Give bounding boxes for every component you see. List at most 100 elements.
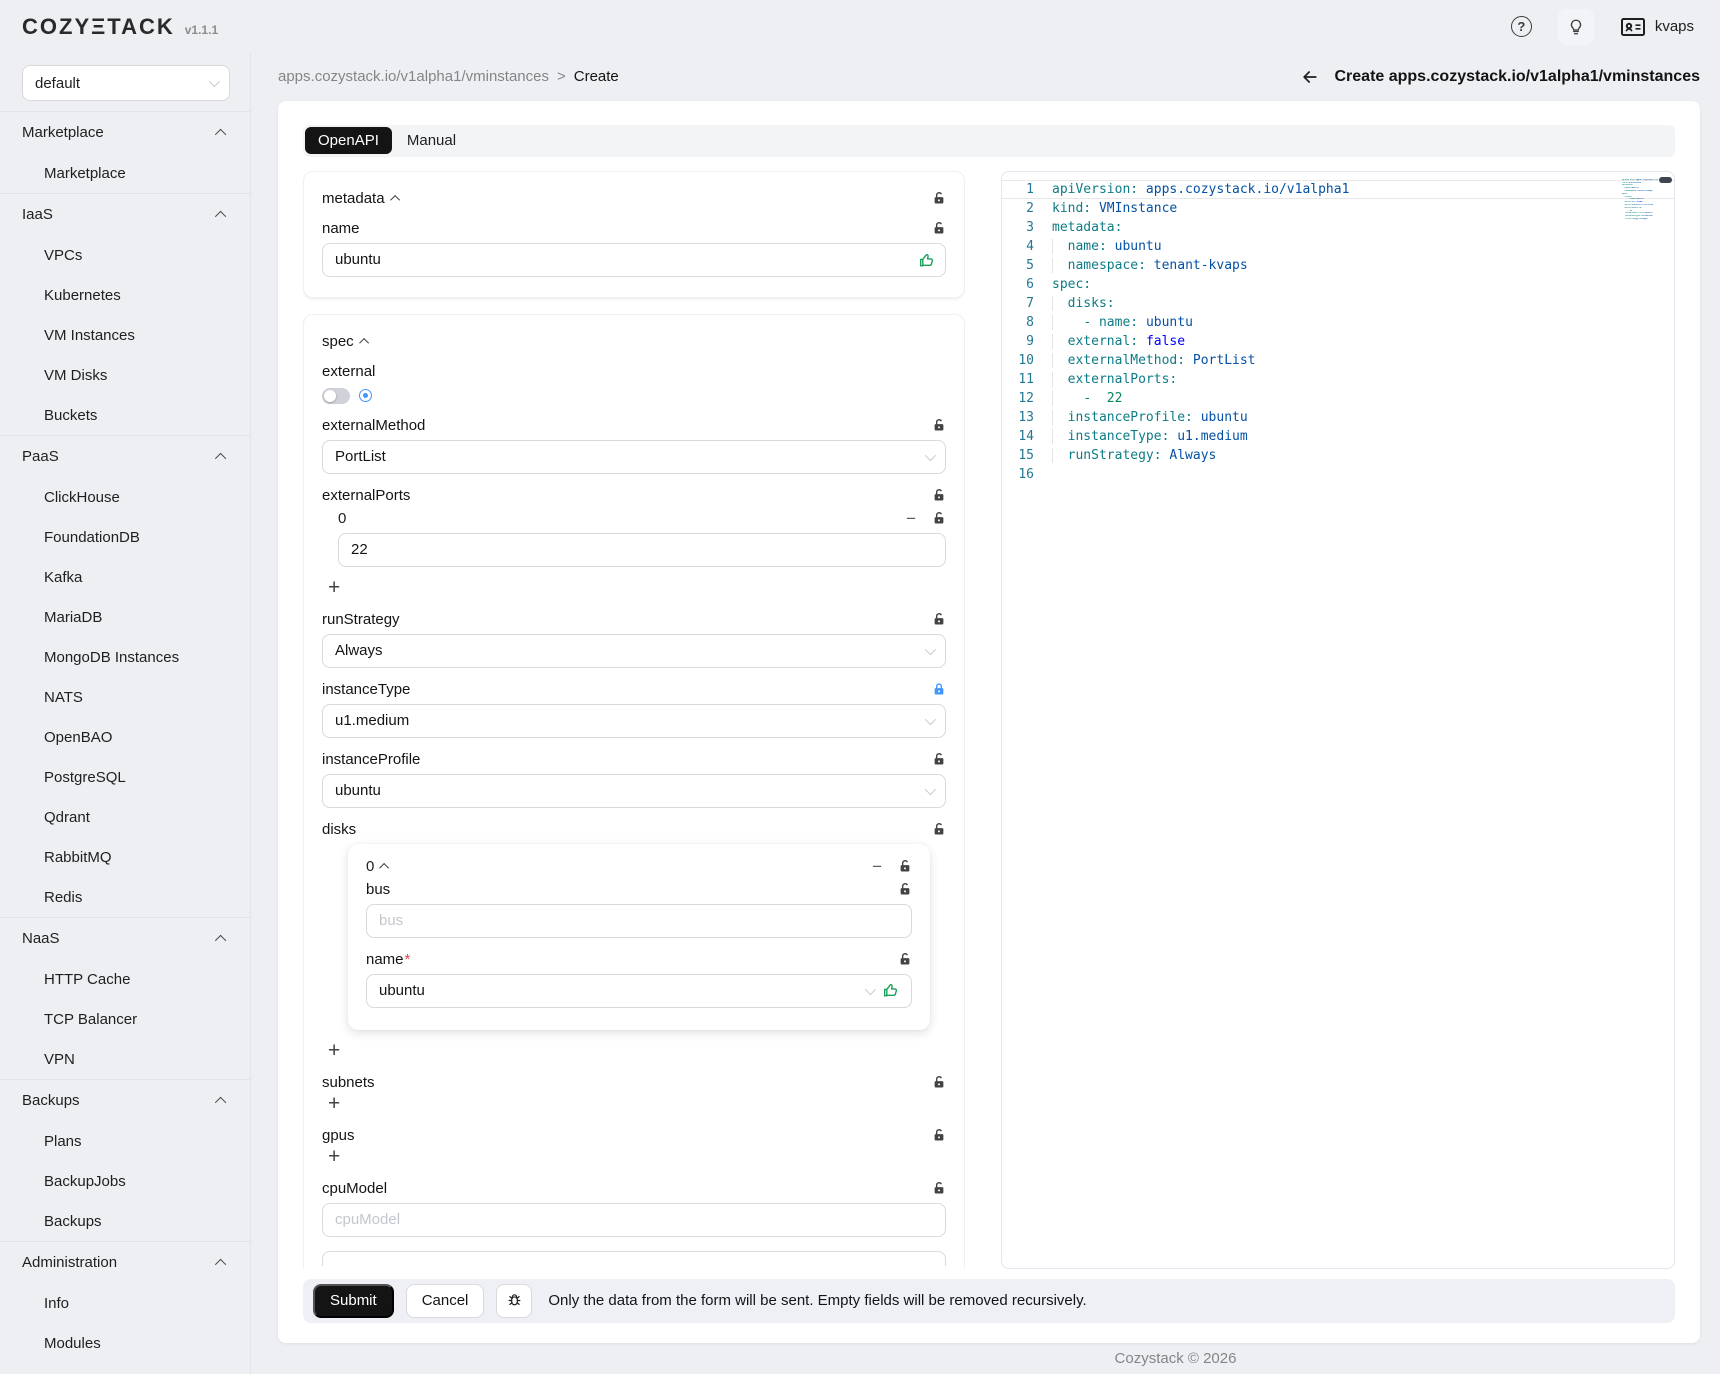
lock-open-icon[interactable] [898, 952, 912, 966]
external-toggle[interactable] [322, 388, 350, 404]
breadcrumb-path[interactable]: apps.cozystack.io/v1alpha1/vminstances [278, 68, 549, 85]
editor-scrollbar-thumb[interactable] [1659, 177, 1672, 183]
lock-closed-icon[interactable] [932, 682, 946, 696]
sidebar-item[interactable]: NATS [0, 677, 250, 717]
theme-toggle-button[interactable] [1558, 9, 1594, 45]
editor-minimap[interactable]: apiVersion:apps.cozystack.io/v1alpha1 ki… [1622, 179, 1658, 224]
chevron-up-icon [215, 210, 226, 221]
back-arrow-icon[interactable] [1300, 67, 1320, 87]
sidebar-item[interactable]: Info [0, 1283, 250, 1323]
add-externalPort-button[interactable]: + [328, 577, 340, 598]
sidebar-section[interactable]: IaaS [0, 193, 250, 235]
code-line[interactable]: 9 external:false [1002, 332, 1674, 351]
default-value-icon[interactable] [359, 389, 372, 402]
lock-open-icon[interactable] [932, 191, 946, 205]
cpuModel-input[interactable] [335, 1211, 933, 1228]
code-line[interactable]: 11 externalPorts: [1002, 370, 1674, 389]
externalPorts-input[interactable] [351, 541, 933, 558]
name-input[interactable] [335, 251, 933, 268]
user-menu[interactable]: kvaps [1620, 16, 1694, 38]
code-line[interactable]: 7 disks: [1002, 294, 1674, 313]
sidebar-item[interactable]: VPN [0, 1039, 250, 1079]
lock-open-icon[interactable] [932, 488, 946, 502]
sidebar-item[interactable]: ClickHouse [0, 477, 250, 517]
add-subnet-button[interactable]: + [328, 1093, 340, 1114]
code-line[interactable]: 4 name:ubuntu [1002, 237, 1674, 256]
code-line[interactable]: 12 - 22 [1002, 389, 1674, 408]
sidebar-item[interactable]: HTTP Cache [0, 959, 250, 999]
sidebar-item[interactable]: VPCs [0, 235, 250, 275]
namespace-select[interactable]: default [22, 65, 230, 101]
code-line[interactable]: 1apiVersion:apps.cozystack.io/v1alpha1 [1002, 180, 1674, 199]
lock-open-icon[interactable] [932, 1181, 946, 1195]
sidebar-item[interactable]: Redis [0, 877, 250, 917]
yaml-editor[interactable]: 1apiVersion:apps.cozystack.io/v1alpha1 2… [1001, 171, 1675, 1269]
sidebar-section[interactable]: Backups [0, 1079, 250, 1121]
add-gpu-button[interactable]: + [328, 1146, 340, 1167]
sidebar-item[interactable]: TCP Balancer [0, 999, 250, 1039]
chevron-down-icon [209, 76, 220, 87]
code-line[interactable]: 13 instanceProfile:ubuntu [1002, 408, 1674, 427]
code-line[interactable]: 14 instanceType:u1.medium [1002, 427, 1674, 446]
sidebar-item[interactable]: Qdrant [0, 797, 250, 837]
metadata-card: metadata name [303, 171, 965, 298]
spec-section-toggle[interactable]: spec [322, 333, 369, 350]
sidebar-item[interactable]: OpenBAO [0, 717, 250, 757]
sidebar-item[interactable]: Modules [0, 1323, 250, 1363]
add-disk-button[interactable]: + [328, 1040, 340, 1061]
lock-open-icon[interactable] [932, 511, 946, 525]
tab-openapi[interactable]: OpenAPI [305, 127, 392, 154]
lock-open-icon[interactable] [898, 882, 912, 896]
sidebar-item[interactable]: FoundationDB [0, 517, 250, 557]
code-line[interactable]: 16 [1002, 465, 1674, 484]
sidebar-item[interactable]: Marketplace [0, 153, 250, 193]
metadata-section-toggle[interactable]: metadata [322, 190, 400, 207]
submit-button[interactable]: Submit [313, 1284, 394, 1318]
sidebar-item[interactable]: MariaDB [0, 597, 250, 637]
sidebar-item[interactable]: MongoDB Instances [0, 637, 250, 677]
sidebar-item[interactable]: Buckets [0, 395, 250, 435]
externalMethod-select[interactable]: PortList [322, 440, 946, 474]
lock-open-icon[interactable] [932, 752, 946, 766]
instanceType-select[interactable]: u1.medium [322, 704, 946, 738]
disk-name-select[interactable]: ubuntu [366, 974, 912, 1008]
bus-input[interactable] [379, 912, 899, 929]
lock-open-icon[interactable] [932, 822, 946, 836]
line-number: 13 [1002, 408, 1052, 427]
remove-disk-button[interactable]: − [872, 858, 882, 875]
lock-open-icon[interactable] [898, 859, 912, 873]
sidebar-section[interactable]: Marketplace [0, 111, 250, 153]
sidebar-section[interactable]: NaaS [0, 917, 250, 959]
cancel-button[interactable]: Cancel [406, 1284, 485, 1318]
runStrategy-select[interactable]: Always [322, 634, 946, 668]
remove-item-button[interactable]: − [906, 510, 916, 527]
lock-open-icon[interactable] [932, 221, 946, 235]
sidebar-item[interactable]: Plans [0, 1121, 250, 1161]
lock-open-icon[interactable] [932, 612, 946, 626]
sidebar-item[interactable]: VM Instances [0, 315, 250, 355]
lock-open-icon[interactable] [932, 1075, 946, 1089]
sidebar-item[interactable]: RabbitMQ [0, 837, 250, 877]
tab-manual[interactable]: Manual [394, 127, 469, 154]
instanceProfile-select[interactable]: ubuntu [322, 774, 946, 808]
code-line[interactable]: 10 externalMethod:PortList [1002, 351, 1674, 370]
code-line[interactable]: 5 namespace:tenant-kvaps [1002, 256, 1674, 275]
lock-open-icon[interactable] [932, 418, 946, 432]
debug-button[interactable] [496, 1284, 532, 1318]
code-line[interactable]: 15 runStrategy:Always [1002, 446, 1674, 465]
lock-open-icon[interactable] [932, 1128, 946, 1142]
sidebar-item[interactable]: VM Disks [0, 355, 250, 395]
code-line[interactable]: 8 - name:ubuntu [1002, 313, 1674, 332]
disk-item-toggle[interactable]: 0 [366, 858, 389, 875]
sidebar-item[interactable]: PostgreSQL [0, 757, 250, 797]
code-line[interactable]: 2kind:VMInstance [1002, 199, 1674, 218]
sidebar-item[interactable]: Backups [0, 1201, 250, 1241]
sidebar-item[interactable]: Kafka [0, 557, 250, 597]
code-line[interactable]: 3metadata: [1002, 218, 1674, 237]
sidebar-section[interactable]: Administration [0, 1241, 250, 1283]
sidebar-item[interactable]: Kubernetes [0, 275, 250, 315]
sidebar-item[interactable]: BackupJobs [0, 1161, 250, 1201]
help-icon[interactable]: ? [1511, 16, 1532, 37]
sidebar-section[interactable]: PaaS [0, 435, 250, 477]
code-line[interactable]: 6spec: [1002, 275, 1674, 294]
